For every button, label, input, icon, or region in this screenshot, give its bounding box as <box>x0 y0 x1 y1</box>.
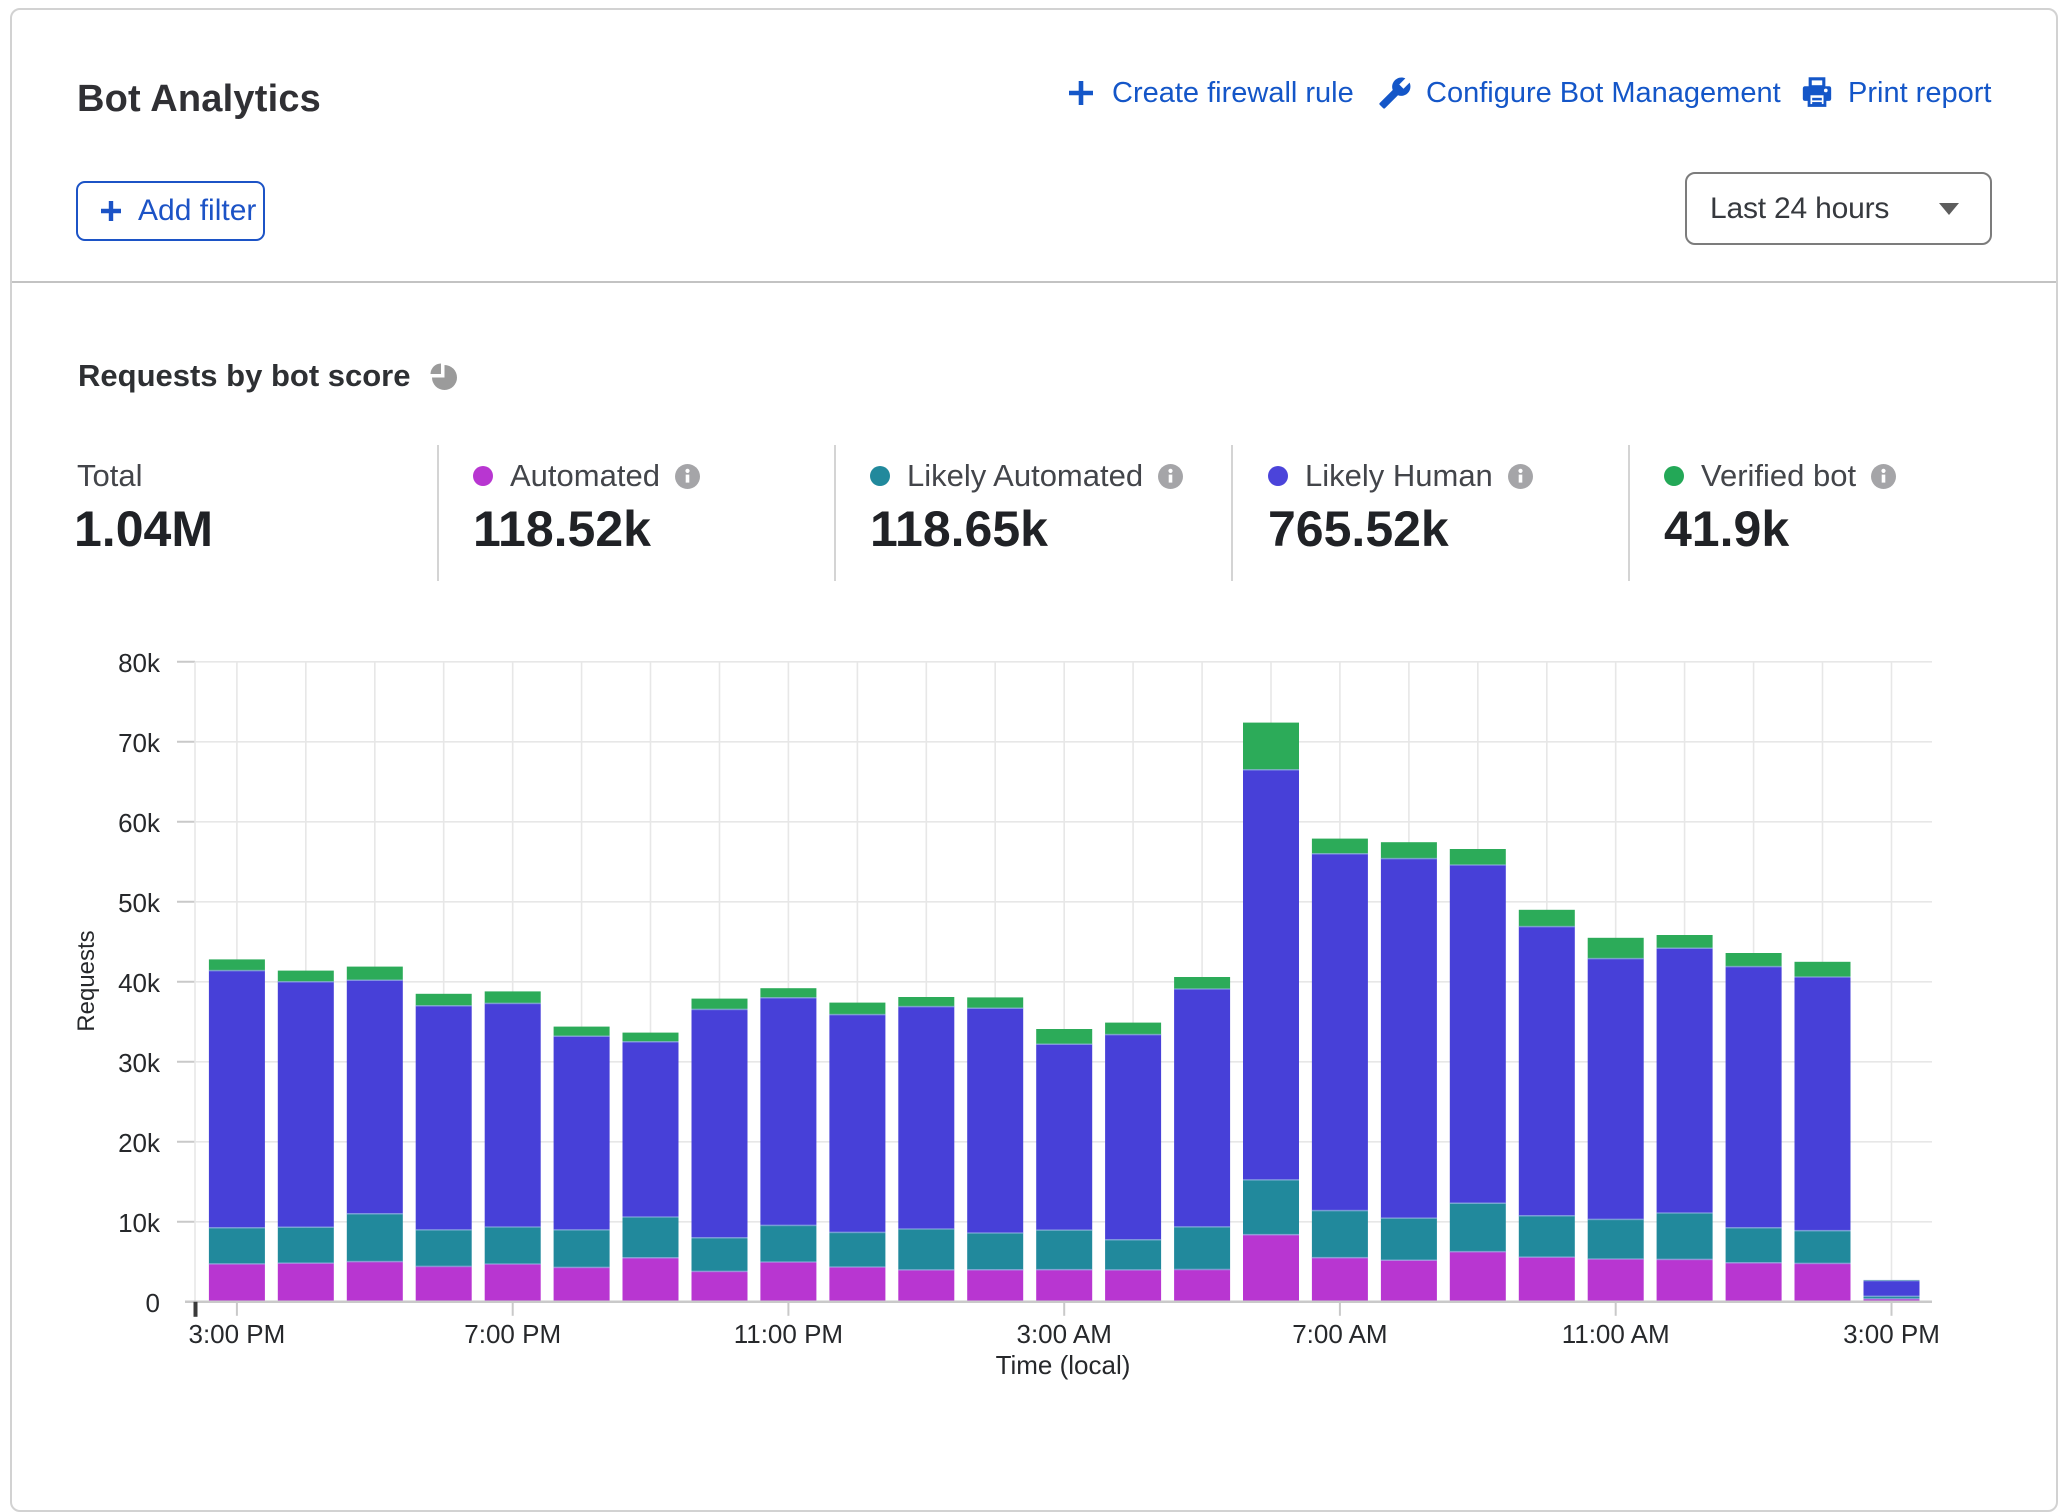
svg-text:60k: 60k <box>118 808 161 838</box>
svg-text:7:00 AM: 7:00 AM <box>1292 1319 1387 1349</box>
svg-text:50k: 50k <box>118 888 161 918</box>
svg-text:80k: 80k <box>118 648 161 678</box>
svg-text:0: 0 <box>146 1288 160 1318</box>
svg-text:40k: 40k <box>118 968 161 998</box>
svg-text:11:00 PM: 11:00 PM <box>734 1319 843 1349</box>
svg-text:30k: 30k <box>118 1048 161 1078</box>
svg-text:Time (local): Time (local) <box>996 1350 1131 1380</box>
svg-text:70k: 70k <box>118 728 161 758</box>
svg-text:10k: 10k <box>118 1208 161 1238</box>
svg-text:7:00 PM: 7:00 PM <box>464 1319 561 1349</box>
svg-text:11:00 AM: 11:00 AM <box>1562 1319 1670 1349</box>
svg-text:Requests: Requests <box>73 930 100 1031</box>
svg-text:20k: 20k <box>118 1128 161 1158</box>
svg-text:3:00 AM: 3:00 AM <box>1016 1319 1111 1349</box>
svg-text:3:00 PM: 3:00 PM <box>188 1319 285 1349</box>
svg-text:3:00 PM: 3:00 PM <box>1843 1319 1940 1349</box>
